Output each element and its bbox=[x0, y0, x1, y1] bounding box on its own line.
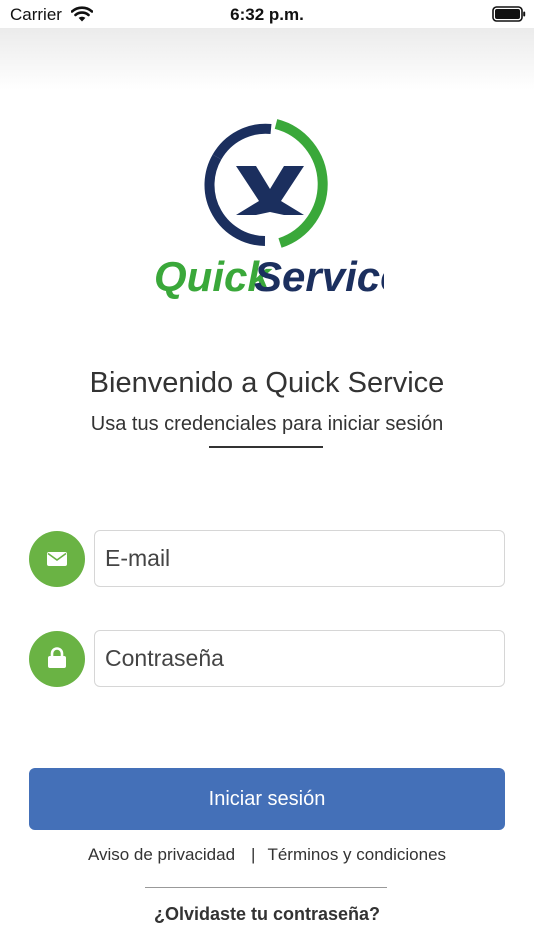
privacy-link[interactable]: Aviso de privacidad bbox=[88, 845, 235, 864]
email-field[interactable] bbox=[94, 530, 505, 587]
terms-link[interactable]: Términos y condiciones bbox=[267, 845, 446, 864]
welcome-subtitle: Usa tus credenciales para iniciar sesión bbox=[90, 413, 444, 435]
footer-divider bbox=[145, 887, 387, 888]
password-field[interactable] bbox=[94, 630, 505, 687]
forgot-password-link[interactable]: ¿Olvidaste tu contraseña? bbox=[154, 904, 380, 924]
envelope-icon bbox=[47, 552, 67, 566]
battery-icon bbox=[492, 6, 526, 22]
login-button[interactable]: Iniciar sesión bbox=[29, 768, 505, 830]
subtitle-underline bbox=[209, 446, 323, 448]
status-bar: Carrier 6:32 p.m. bbox=[0, 0, 534, 28]
password-icon-circle bbox=[29, 631, 85, 687]
lock-icon bbox=[48, 647, 66, 668]
email-icon-circle bbox=[29, 531, 85, 587]
link-separator: | bbox=[251, 845, 256, 864]
clock: 6:32 p.m. bbox=[230, 5, 304, 24]
navigation-bar bbox=[0, 28, 534, 90]
quick-service-logo: Quick Service bbox=[154, 119, 384, 301]
welcome-title: Bienvenido a Quick Service bbox=[89, 367, 445, 399]
forgot-password: ¿Olvidaste tu contraseña? bbox=[0, 904, 534, 925]
legal-links: Aviso de privacidad | Términos y condicion… bbox=[0, 845, 534, 865]
logo-word-service: Service bbox=[254, 253, 384, 300]
